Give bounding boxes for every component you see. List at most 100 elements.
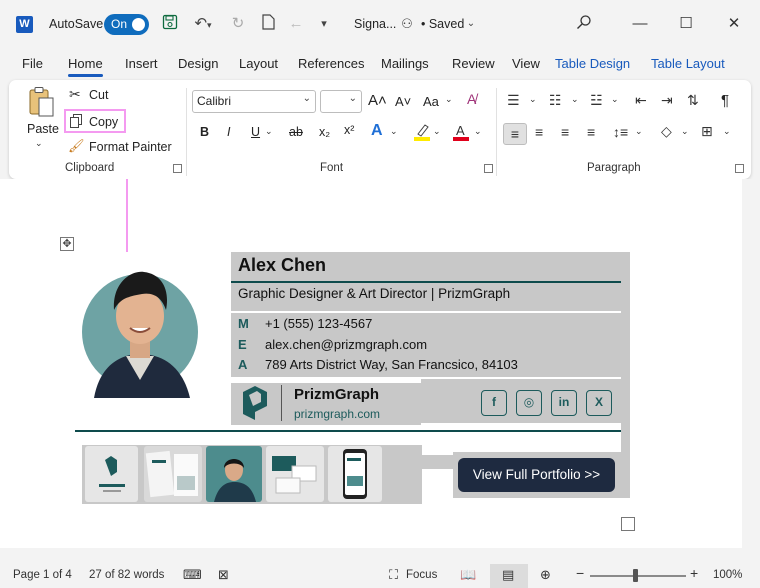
paste-button[interactable]: Paste — [27, 122, 59, 136]
decrease-indent-icon[interactable]: ⇤ — [635, 92, 647, 109]
chevron-down-icon[interactable]: ⌄ — [681, 126, 689, 137]
undo-icon[interactable]: ↶▾ — [190, 14, 216, 34]
shading-icon[interactable]: ◇ — [661, 123, 672, 140]
zoom-slider-thumb[interactable] — [633, 569, 638, 582]
change-case-button[interactable]: Aa — [423, 94, 439, 109]
word-count[interactable]: 27 of 82 words — [89, 569, 164, 581]
table-move-handle-icon[interactable]: ✥ — [60, 237, 74, 251]
shrink-font-button[interactable]: A˅ — [395, 94, 411, 109]
strikethrough-button[interactable]: ab — [289, 125, 303, 139]
facebook-icon[interactable]: f — [481, 390, 507, 416]
copy-icon[interactable] — [70, 114, 83, 131]
back-icon[interactable]: ← — [286, 14, 306, 34]
tab-insert[interactable]: Insert — [125, 56, 158, 71]
chevron-down-icon[interactable]: ⌄ — [433, 126, 441, 137]
vertical-scrollbar[interactable] — [742, 179, 760, 548]
tab-references[interactable]: References — [298, 56, 364, 71]
zoom-slider[interactable] — [590, 575, 686, 577]
tab-table-design[interactable]: Table Design — [555, 56, 630, 71]
tab-home[interactable]: Home — [68, 56, 103, 77]
tab-table-layout[interactable]: Table Layout — [651, 56, 725, 71]
chevron-down-icon[interactable]: ⌄ — [464, 14, 478, 34]
maximize-icon[interactable]: ☐ — [674, 12, 698, 36]
contact-phone[interactable]: +1 (555) 123-4567 — [265, 316, 372, 331]
superscript-button[interactable]: x² — [344, 123, 354, 137]
line-spacing-icon[interactable]: ↕≡ — [613, 124, 628, 140]
tab-view[interactable]: View — [512, 56, 540, 71]
proofing-icon[interactable]: ⌨ — [183, 567, 202, 583]
chevron-down-icon[interactable]: ⌄ — [635, 126, 643, 137]
cut-button[interactable]: Cut — [89, 88, 108, 102]
focus-icon[interactable]: ⛶ — [389, 567, 398, 583]
page-count[interactable]: Page 1 of 4 — [13, 569, 72, 581]
chevron-down-icon[interactable]: ⌄ — [390, 126, 398, 137]
chevron-down-icon[interactable]: ⌄ — [529, 94, 537, 105]
bullets-icon[interactable]: ☰ — [507, 92, 520, 109]
tab-layout[interactable]: Layout — [239, 56, 278, 71]
font-launcher-icon[interactable] — [484, 164, 493, 173]
format-painter-icon[interactable]: 🖌 — [68, 138, 85, 154]
font-name-combo[interactable]: Calibri ⌄ — [192, 90, 316, 113]
chevron-down-icon[interactable]: ⌄ — [571, 94, 579, 105]
font-color-icon[interactable]: A — [453, 122, 469, 145]
font-size-combo[interactable]: ⌄ — [320, 90, 362, 113]
chevron-down-icon[interactable]: ⌄ — [723, 126, 731, 137]
minimize-icon[interactable]: — — [628, 12, 652, 36]
read-mode-icon[interactable]: 📖 — [460, 567, 476, 583]
multilevel-list-icon[interactable]: ☳ — [590, 92, 603, 109]
focus-button[interactable]: Focus — [406, 569, 437, 581]
view-portfolio-button[interactable]: View Full Portfolio >> — [458, 458, 615, 492]
accessibility-icon[interactable]: ⊠ — [218, 567, 229, 583]
tab-mailings[interactable]: Mailings — [381, 56, 429, 71]
tab-file[interactable]: File — [22, 56, 43, 71]
search-icon[interactable] — [574, 14, 594, 34]
scissors-icon[interactable]: ✂ — [69, 86, 81, 103]
align-left-icon[interactable]: ≡ — [503, 123, 527, 145]
tab-design[interactable]: Design — [178, 56, 218, 71]
x-twitter-icon[interactable]: X — [586, 390, 612, 416]
contact-email[interactable]: alex.chen@prizmgraph.com — [265, 337, 427, 352]
zoom-in-icon[interactable]: + — [690, 565, 698, 581]
text-effects-icon[interactable]: A — [371, 122, 383, 140]
align-right-icon[interactable]: ≡ — [561, 124, 569, 140]
new-doc-icon[interactable] — [258, 14, 278, 34]
document-page[interactable]: ✥ Alex Chen Graphic Designer & Art Direc… — [0, 179, 742, 548]
zoom-out-icon[interactable]: − — [576, 565, 584, 581]
subscript-button[interactable]: x₂ — [319, 125, 330, 139]
numbering-icon[interactable]: ☷ — [549, 92, 562, 109]
sort-icon[interactable]: ⇅ — [687, 92, 699, 109]
web-layout-icon[interactable]: ⊕ — [540, 567, 551, 583]
document-title[interactable]: Signa... — [354, 17, 396, 31]
increase-indent-icon[interactable]: ⇥ — [661, 92, 673, 109]
save-icon[interactable] — [160, 14, 180, 34]
clear-formatting-icon[interactable]: A̸ — [467, 91, 476, 107]
customize-icon[interactable]: ▾ — [314, 14, 334, 34]
linkedin-icon[interactable]: in — [551, 390, 577, 416]
paste-chevron-icon[interactable]: ⌄ — [35, 138, 43, 149]
show-formatting-button[interactable]: ¶ — [721, 92, 729, 109]
chevron-down-icon[interactable]: ⌄ — [474, 126, 482, 137]
italic-button[interactable]: I — [227, 125, 230, 139]
bold-button[interactable]: B — [200, 125, 209, 139]
chevron-down-icon[interactable]: ⌄ — [265, 126, 273, 137]
clipboard-launcher-icon[interactable] — [173, 164, 182, 173]
autosave-toggle[interactable]: On — [104, 14, 149, 35]
chevron-down-icon[interactable]: ⌄ — [445, 94, 453, 105]
align-center-icon[interactable]: ≡ — [535, 124, 543, 140]
tab-review[interactable]: Review — [452, 56, 495, 71]
chevron-down-icon[interactable]: ⌄ — [611, 94, 619, 105]
highlight-color-icon[interactable] — [413, 122, 431, 145]
paste-icon[interactable] — [27, 86, 55, 118]
justify-icon[interactable]: ≡ — [587, 124, 595, 140]
format-painter-button[interactable]: Format Painter — [89, 140, 172, 154]
table-resize-handle[interactable] — [621, 517, 635, 531]
saved-status[interactable]: • Saved — [421, 17, 464, 31]
brand-url[interactable]: prizmgraph.com — [294, 407, 380, 421]
underline-button[interactable]: U — [251, 125, 260, 139]
instagram-icon[interactable]: ◎ — [516, 390, 542, 416]
grow-font-button[interactable]: A˄ — [368, 92, 387, 109]
zoom-level[interactable]: 100% — [713, 569, 742, 581]
borders-icon[interactable]: ⊞ — [701, 123, 713, 140]
close-icon[interactable]: ✕ — [722, 12, 746, 36]
redo-icon[interactable]: ↻ — [228, 14, 248, 34]
